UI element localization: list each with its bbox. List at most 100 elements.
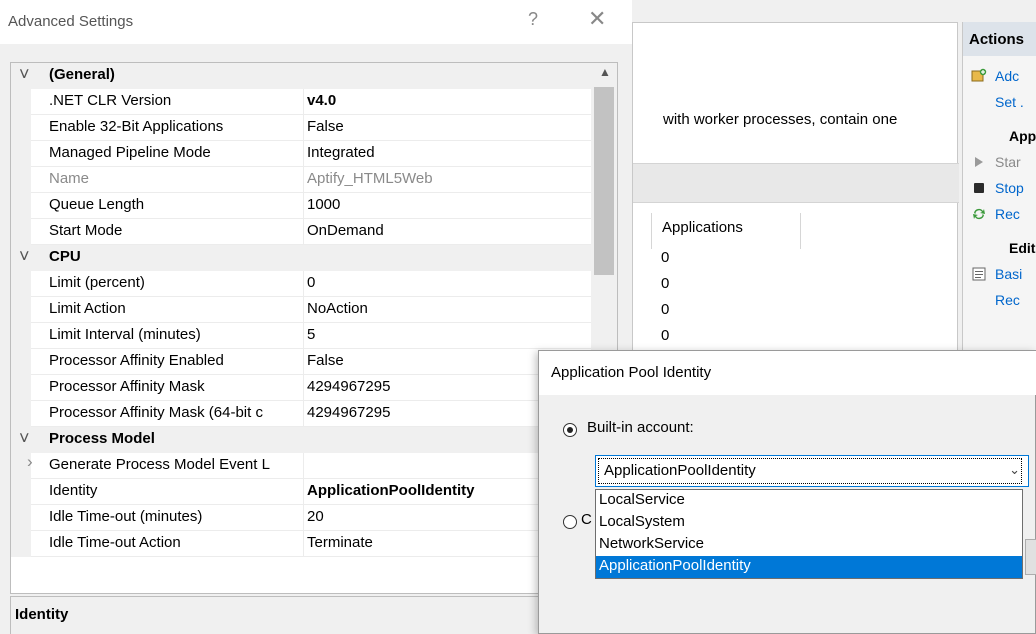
stop-icon [971, 180, 987, 196]
property-row[interactable]: › Generate Process Model Event L [11, 452, 591, 479]
property-row[interactable]: Limit Interval (minutes) 5 [11, 323, 591, 349]
property-value[interactable]: 5 [307, 326, 315, 343]
action-recycle[interactable]: Rec [963, 206, 1020, 222]
property-value[interactable]: 4294967295 [307, 404, 390, 421]
action-recycling-label: Rec [995, 292, 1020, 308]
scroll-up-icon[interactable]: ▲ [599, 65, 611, 79]
table-cell-applications: 0 [661, 301, 670, 318]
property-value[interactable]: ApplicationPoolIdentity [307, 482, 475, 499]
property-row[interactable]: Managed Pipeline Mode Integrated [11, 141, 591, 167]
selected-account-value: ApplicationPoolIdentity [598, 458, 1022, 484]
pools-toolbar [633, 163, 959, 203]
property-category[interactable]: ˅ Process Model [11, 427, 591, 453]
chevron-down-icon[interactable]: ˅ [19, 428, 30, 449]
property-value[interactable]: Aptify_HTML5Web [307, 170, 433, 187]
row-gutter [11, 193, 31, 219]
property-name: Generate Process Model Event L [49, 456, 270, 473]
pools-description: with worker processes, contain one [663, 111, 898, 128]
chevron-right-icon[interactable]: › [27, 452, 33, 472]
section-heading-edit: Edit [1009, 240, 1036, 256]
builtin-account-radio[interactable] [563, 423, 577, 437]
property-row[interactable]: Processor Affinity Enabled False [11, 349, 591, 375]
property-value[interactable]: Terminate [307, 534, 373, 551]
property-row[interactable]: Identity ApplicationPoolIdentity [11, 479, 591, 505]
scrollbar-thumb[interactable] [594, 87, 614, 275]
custom-account-radio[interactable] [563, 515, 577, 529]
property-name: Identity [49, 482, 98, 499]
application-pool-identity-dialog: Application Pool Identity Built-in accou… [538, 350, 1036, 634]
dropdown-option[interactable]: LocalSystem [596, 512, 1022, 534]
description-title: Identity [15, 606, 69, 623]
column-separator [303, 401, 304, 427]
row-gutter [11, 89, 31, 115]
property-value[interactable]: NoAction [307, 300, 368, 317]
row-gutter [11, 349, 31, 375]
chevron-down-icon[interactable]: ⌄ [1009, 462, 1020, 478]
property-row[interactable]: Processor Affinity Mask (64-bit c 4294967… [11, 401, 591, 427]
section-heading-application-pool: App [1009, 128, 1036, 144]
dropdown-option[interactable]: NetworkService [596, 534, 1022, 556]
column-separator [303, 453, 304, 479]
column-separator [303, 323, 304, 349]
chevron-down-icon[interactable]: ˅ [19, 246, 30, 267]
property-value[interactable]: 20 [307, 508, 324, 525]
column-separator [303, 89, 304, 115]
close-icon[interactable]: ✕ [588, 6, 606, 32]
table-cell-applications: 0 [661, 249, 670, 266]
property-category[interactable]: ˅ (General) [11, 63, 591, 89]
custom-account-label[interactable]: C [581, 511, 595, 528]
action-add-label: Adc [995, 68, 1020, 84]
column-separator [303, 349, 304, 375]
table-cell-applications: 0 [661, 275, 670, 292]
property-row[interactable]: .NET CLR Version v4.0 [11, 89, 591, 115]
chevron-down-icon[interactable]: ˅ [19, 64, 30, 85]
action-add-pool[interactable]: Adc [963, 68, 1019, 84]
action-recycle-label: Rec [995, 206, 1020, 222]
property-row[interactable]: Queue Length 1000 [11, 193, 591, 219]
property-row[interactable]: Limit (percent) 0 [11, 271, 591, 297]
column-separator [303, 219, 304, 245]
property-name: Name [49, 170, 90, 187]
property-value[interactable]: OnDemand [307, 222, 384, 239]
action-recycling[interactable]: Rec [963, 292, 1020, 308]
help-icon[interactable]: ? [528, 9, 538, 30]
bg-top-strip [632, 0, 1036, 12]
property-category[interactable]: ˅ CPU [11, 245, 591, 271]
builtin-account-label[interactable]: Built-in account: [587, 419, 694, 436]
property-value[interactable]: v4.0 [307, 92, 336, 109]
account-dropdown-list: LocalService LocalSystem NetworkService … [595, 489, 1023, 579]
action-set-defaults[interactable]: Set . [963, 94, 1024, 110]
property-value[interactable]: 4294967295 [307, 378, 390, 395]
property-row[interactable]: Name Aptify_HTML5Web [11, 167, 591, 193]
property-name: (General) [49, 66, 115, 83]
action-start[interactable]: Star [963, 154, 1021, 170]
property-row[interactable]: Idle Time-out Action Terminate [11, 531, 591, 557]
dropdown-option[interactable]: LocalService [596, 490, 1022, 512]
column-header-applications[interactable]: Applications [662, 219, 743, 236]
row-gutter [11, 479, 31, 505]
property-row[interactable]: Processor Affinity Mask 4294967295 [11, 375, 591, 401]
property-row[interactable]: Enable 32-Bit Applications False [11, 115, 591, 141]
row-gutter [11, 531, 31, 557]
column-separator [303, 505, 304, 531]
property-name: Processor Affinity Mask (64-bit c [49, 404, 263, 421]
property-value[interactable]: 1000 [307, 196, 340, 213]
row-divider [31, 556, 591, 557]
property-value[interactable]: Integrated [307, 144, 375, 161]
action-stop[interactable]: Stop [963, 180, 1024, 196]
column-separator [303, 271, 304, 297]
builtin-account-select[interactable]: ApplicationPoolIdentity ⌄ [595, 455, 1029, 487]
action-basic-settings[interactable]: Basi [963, 266, 1022, 282]
property-row[interactable]: Idle Time-out (minutes) 20 [11, 505, 591, 531]
property-description-panel: Identity [10, 596, 618, 634]
action-start-label: Star [995, 154, 1021, 170]
column-separator [303, 375, 304, 401]
property-name: Start Mode [49, 222, 123, 239]
property-row[interactable]: Limit Action NoAction [11, 297, 591, 323]
property-value[interactable]: False [307, 352, 344, 369]
set-button[interactable] [1025, 539, 1036, 575]
dropdown-option-selected[interactable]: ApplicationPoolIdentity [596, 556, 1022, 578]
property-row[interactable]: Start Mode OnDemand [11, 219, 591, 245]
property-value[interactable]: 0 [307, 274, 315, 291]
property-value[interactable]: False [307, 118, 344, 135]
